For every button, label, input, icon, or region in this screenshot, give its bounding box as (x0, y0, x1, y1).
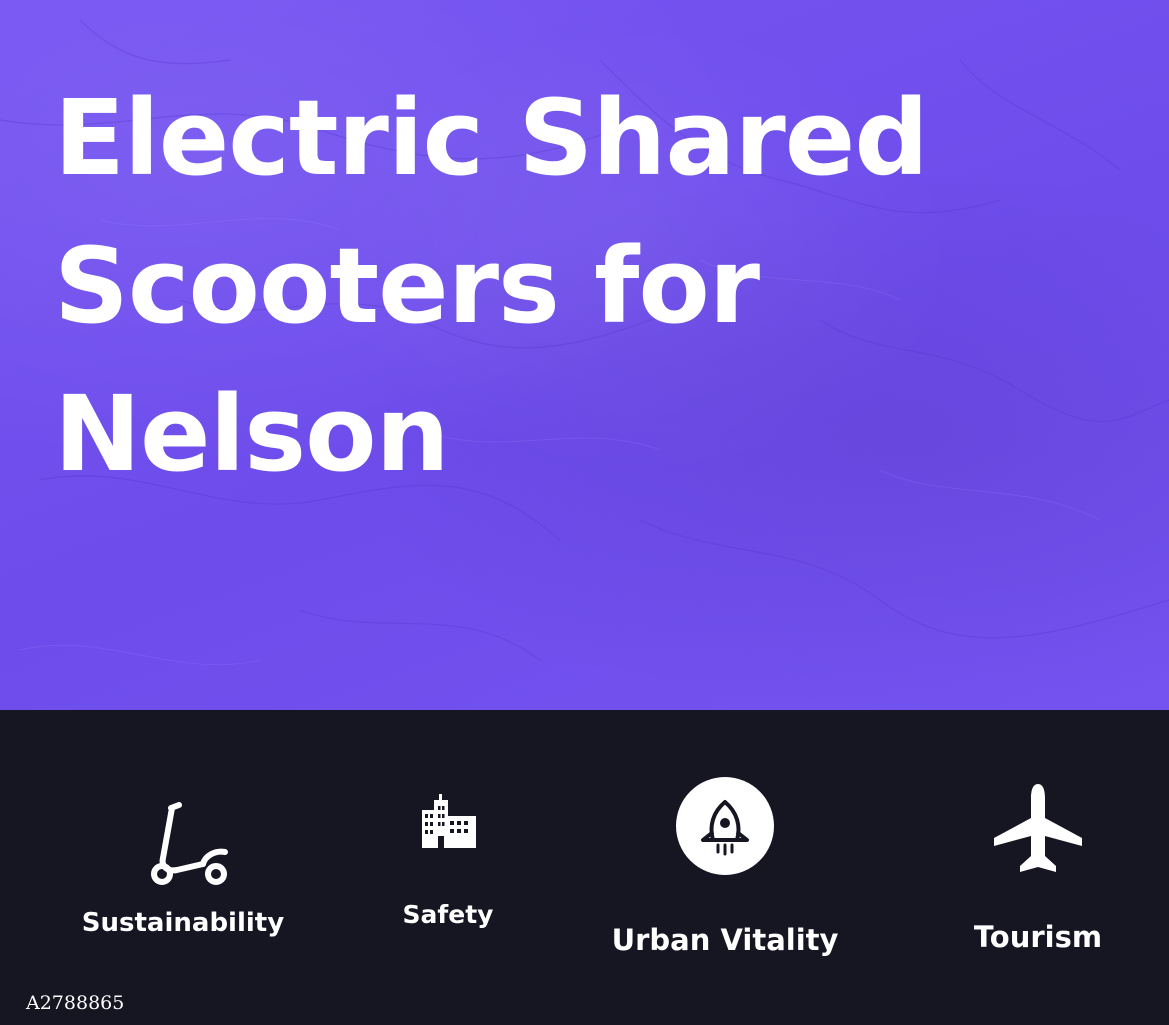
feature-safety: Safety (298, 710, 598, 1025)
airplane-icon (994, 784, 1082, 872)
image-code: A2788865 (26, 992, 125, 1014)
feature-label: Sustainability (81, 908, 285, 938)
title-line-3: Nelson (54, 373, 450, 495)
feature-label: Safety (402, 900, 494, 929)
hero-banner: Electric Shared Scooters for Nelson (0, 0, 1169, 710)
title-line-1: Electric Shared (54, 77, 929, 199)
feature-label: Tourism (973, 920, 1103, 954)
title-line-2: Scooters for (54, 225, 760, 347)
features-bar: Sustainability Safety Urban Vitality Tou… (0, 710, 1169, 1025)
feature-urban-vitality: Urban Vitality (575, 710, 875, 1025)
building-icon (422, 794, 476, 848)
page-title: Electric Shared Scooters for Nelson (54, 64, 1114, 508)
feature-sustainability: Sustainability (33, 710, 333, 1025)
feature-tourism: Tourism (888, 710, 1169, 1025)
feature-label: Urban Vitality (611, 923, 839, 957)
scooter-icon (151, 802, 228, 885)
rocket-icon (676, 777, 774, 875)
